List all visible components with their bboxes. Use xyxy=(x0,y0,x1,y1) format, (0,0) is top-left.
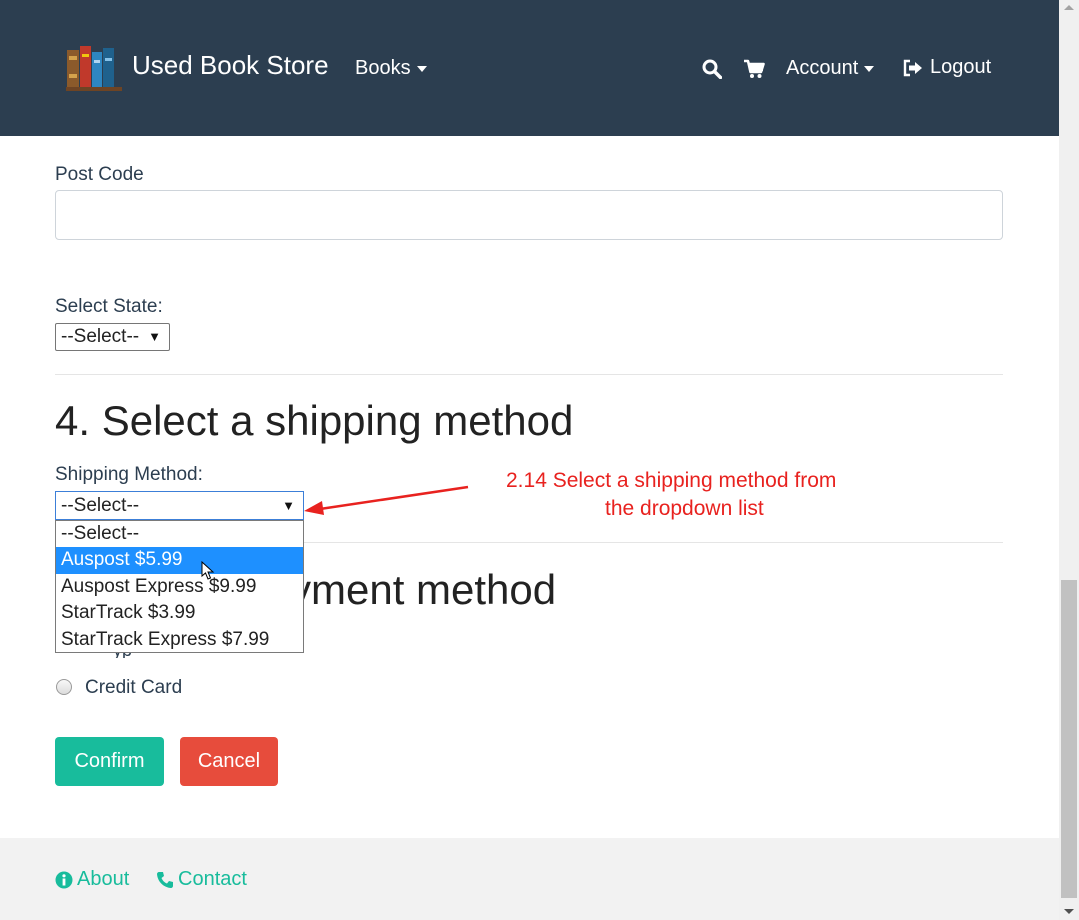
state-label: Select State: xyxy=(55,296,163,317)
shipping-method-label: Shipping Method: xyxy=(55,464,203,485)
shipping-method-select[interactable]: --Select-- ▼ xyxy=(55,491,304,520)
state-select[interactable]: --Select-- ▼ xyxy=(55,323,170,351)
books-menu[interactable]: Books xyxy=(355,57,427,80)
scroll-up-icon[interactable] xyxy=(1064,5,1074,10)
logout-link[interactable]: Logout xyxy=(902,56,991,79)
credit-card-label: Credit Card xyxy=(85,677,183,698)
contact-label: Contact xyxy=(178,868,247,890)
contact-link[interactable]: Contact xyxy=(156,868,247,891)
payment-heading: yment method xyxy=(290,566,557,613)
info-icon xyxy=(55,871,73,888)
cart-icon[interactable] xyxy=(743,59,765,79)
scroll-down-icon[interactable] xyxy=(1064,909,1074,914)
phone-icon xyxy=(157,871,173,888)
search-icon[interactable] xyxy=(702,59,722,79)
shipping-option-startrack[interactable]: StarTrack $3.99 xyxy=(56,600,303,626)
shipping-heading: 4. Select a shipping method xyxy=(55,397,574,444)
cancel-button[interactable]: Cancel xyxy=(180,737,278,786)
about-link[interactable]: About xyxy=(55,868,129,891)
credit-card-radio[interactable] xyxy=(56,679,72,695)
annotation-arrow-icon xyxy=(304,485,469,515)
chevron-down-icon xyxy=(864,65,875,72)
shipping-select-value: --Select-- xyxy=(61,495,140,516)
scrollbar[interactable] xyxy=(1059,0,1079,920)
divider xyxy=(55,374,1003,375)
logout-icon xyxy=(903,59,922,76)
shipping-dropdown-list: --Select-- Auspost $5.99 Auspost Express… xyxy=(55,520,304,653)
shipping-option-auspost[interactable]: Auspost $5.99 xyxy=(56,547,303,574)
account-menu-label: Account xyxy=(786,57,859,79)
chevron-down-icon xyxy=(416,65,427,72)
state-select-value: --Select-- xyxy=(61,326,140,347)
confirm-button[interactable]: Confirm xyxy=(55,737,164,786)
footer: About Contact xyxy=(0,838,1059,920)
shipping-option-startrack-express[interactable]: StarTrack Express $7.99 xyxy=(56,627,303,653)
books-menu-label: Books xyxy=(355,57,411,79)
dropdown-arrow-icon: ▼ xyxy=(148,329,161,344)
logout-label: Logout xyxy=(930,56,992,78)
mouse-cursor-icon xyxy=(201,561,215,580)
books-logo-icon xyxy=(66,46,122,91)
navbar: Used Book Store Books Account Logout xyxy=(0,0,1059,136)
shipping-option-select[interactable]: --Select-- xyxy=(56,521,303,547)
annotation-line-1: 2.14 Select a shipping method from xyxy=(506,469,837,492)
post-code-label: Post Code xyxy=(55,164,144,185)
account-menu[interactable]: Account xyxy=(786,57,875,80)
post-code-input[interactable] xyxy=(55,190,1003,240)
brand-name: Used Book Store xyxy=(132,50,329,80)
annotation-text: 2.14 Select a shipping method from the d… xyxy=(506,467,906,523)
dropdown-arrow-icon: ▼ xyxy=(282,498,295,513)
about-label: About xyxy=(77,868,130,890)
brand-link[interactable]: Used Book Store xyxy=(66,44,329,92)
annotation-line-2: the dropdown list xyxy=(605,497,764,520)
shipping-option-auspost-express[interactable]: Auspost Express $9.99 xyxy=(56,574,303,600)
scrollbar-thumb[interactable] xyxy=(1061,580,1077,898)
